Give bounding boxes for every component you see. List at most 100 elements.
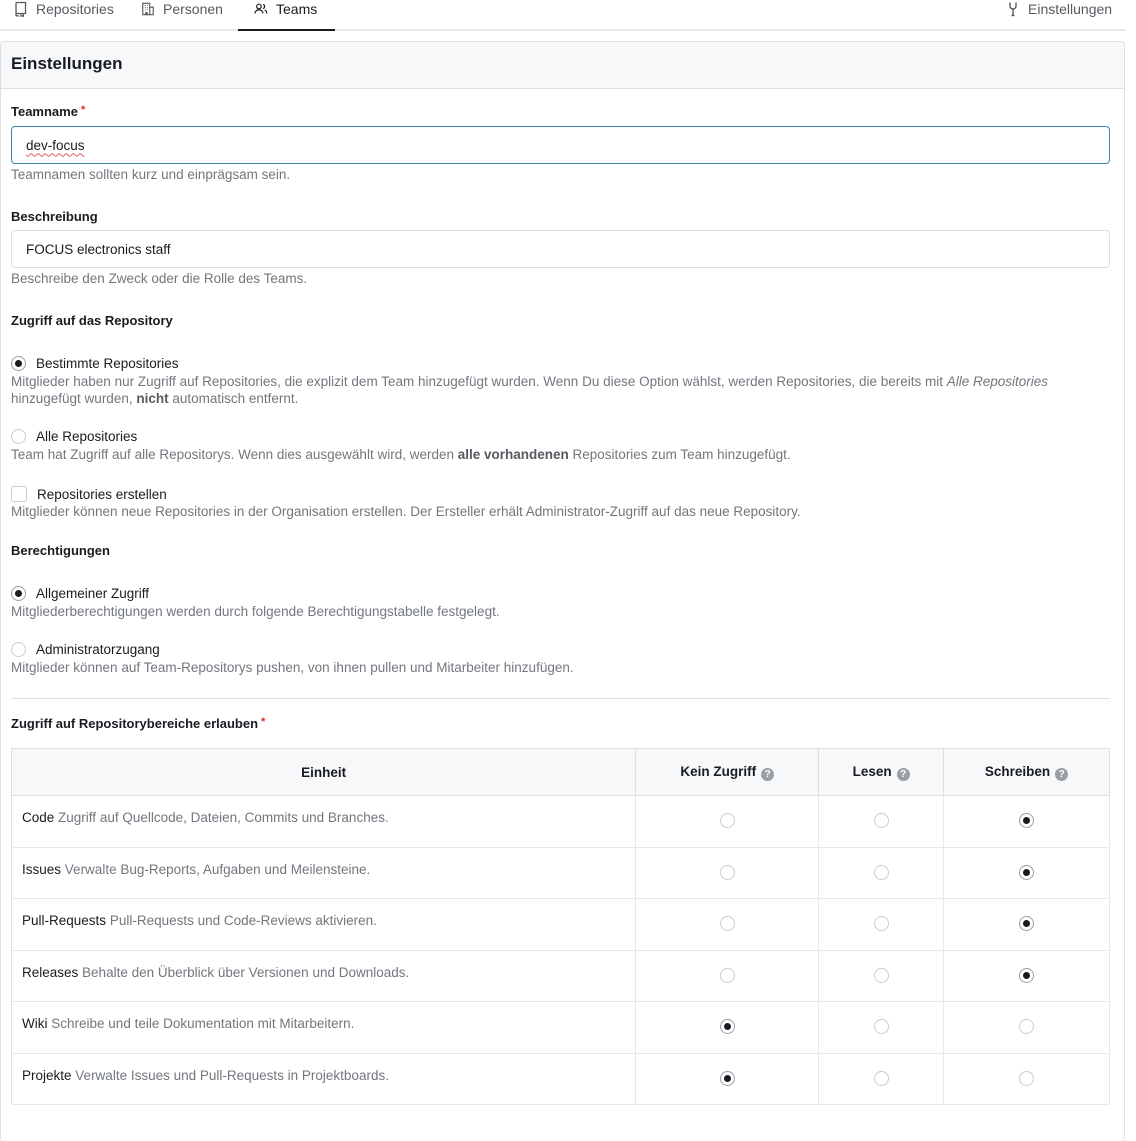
teamname-label-text: Teamname <box>11 104 78 119</box>
panel-title: Einstellungen <box>1 42 1124 89</box>
description-input[interactable]: FOCUS electronics staff <box>11 230 1110 268</box>
tab-label: Personen <box>163 1 223 17</box>
access-cell-write <box>943 1001 1110 1054</box>
access-cell-write <box>943 795 1110 848</box>
unit-name: Issues <box>22 861 62 877</box>
unit-description: Zugriff auf Quellcode, Dateien, Commits … <box>58 810 389 825</box>
radio-button[interactable] <box>11 429 26 444</box>
access-cell-none <box>635 847 820 899</box>
teamname-help: Teamnamen sollten kurz und einprägsam se… <box>11 167 291 182</box>
access-cell-read <box>818 1001 945 1054</box>
radio-none-access[interactable] <box>719 813 735 828</box>
radio-none-access[interactable] <box>719 916 735 931</box>
table-row: Issues Verwalte Bug-Reports, Aufgaben un… <box>11 847 1110 899</box>
tab-repositories[interactable]: Repositories <box>14 0 114 31</box>
people-icon <box>254 1 268 17</box>
unit-name: Wiki <box>22 1016 48 1031</box>
radio-button[interactable] <box>11 356 26 371</box>
checkbox-label: Repositories erstellen <box>37 486 167 502</box>
unit-description: Pull-Requests und Code-Reviews aktiviere… <box>109 913 377 928</box>
tab-einstellungen[interactable]: Einstellungen <box>1006 0 1112 31</box>
table-row: Code Zugriff auf Quellcode, Dateien, Com… <box>11 795 1110 848</box>
help-text: Mitglieder haben nur Zugriff auf Reposit… <box>11 374 947 389</box>
unit-cell: Wiki Schreibe und teile Dokumentation mi… <box>11 1001 637 1054</box>
unit-name: Pull-Requests <box>22 913 107 928</box>
radio-all-repos[interactable]: Alle Repositories <box>11 429 137 444</box>
unit-description: Schreibe und teile Dokumentation mit Mit… <box>51 1016 355 1031</box>
description-help: Beschreibe den Zweck oder die Rolle des … <box>11 271 308 286</box>
header-write: Schreiben? <box>943 748 1110 796</box>
teamname-input[interactable]: dev-focus <box>11 126 1110 164</box>
header-label: Kein Zugriff <box>680 763 757 779</box>
header-no-access: Kein Zugriff? <box>635 748 820 796</box>
radio-specific-repos[interactable]: Bestimmte Repositories <box>11 356 179 371</box>
help-icon[interactable]: ? <box>761 767 775 781</box>
radio-none-access[interactable] <box>719 1019 735 1034</box>
radio-button[interactable] <box>11 586 26 601</box>
unit-cell: Releases Behalte den Überblick über Vers… <box>11 950 637 1002</box>
create-repos-help: Mitglieder können neue Repositories in d… <box>11 504 801 519</box>
radio-admin-access[interactable]: Administratorzugang <box>11 642 160 657</box>
checkbox-create-repos[interactable]: Repositories erstellen <box>11 486 167 502</box>
radio-none-access[interactable] <box>719 1070 735 1086</box>
org-tab-bar: Repositories Personen Teams Einstellunge… <box>0 0 1126 31</box>
tab-personen[interactable]: Personen <box>141 0 223 31</box>
access-cell-write <box>943 950 1110 1002</box>
radio-read-access[interactable] <box>873 1019 889 1034</box>
radio-label: Bestimmte Repositories <box>36 356 179 371</box>
access-cell-none <box>635 795 820 848</box>
help-emphasis: Alle Repositories <box>946 374 1049 389</box>
radio-write-access[interactable] <box>1019 967 1035 983</box>
unit-name: Releases <box>22 964 79 980</box>
table-header-row: Einheit Kein Zugriff? Lesen? Schreiben? <box>11 748 1110 796</box>
unit-access-label-text: Zugriff auf Repositorybereiche erlauben <box>11 716 259 731</box>
unit-description: Behalte den Überblick über Versionen und… <box>82 964 410 980</box>
active-tab-indicator <box>238 29 335 31</box>
unit-cell: Projekte Verwalte Issues und Pull-Reques… <box>11 1053 637 1105</box>
radio-read-access[interactable] <box>873 813 889 828</box>
radio-write-access[interactable] <box>1019 1019 1035 1034</box>
radio-none-access[interactable] <box>719 967 735 983</box>
header-unit: Einheit <box>11 748 637 796</box>
access-cell-read <box>818 898 945 951</box>
radio-label: Administratorzugang <box>36 642 160 657</box>
radio-read-access[interactable] <box>873 967 889 983</box>
unit-name: Projekte <box>22 1067 72 1083</box>
header-label: Schreiben <box>984 763 1051 779</box>
teamname-value: dev-focus <box>26 137 85 153</box>
general-access-help: Mitgliederberechtigungen werden durch fo… <box>11 604 500 619</box>
tab-label: Repositories <box>36 1 114 17</box>
radio-write-access[interactable] <box>1019 916 1035 931</box>
unit-cell: Issues Verwalte Bug-Reports, Aufgaben un… <box>11 847 637 899</box>
repo-icon <box>14 1 28 17</box>
radio-general-access[interactable]: Allgemeiner Zugriff <box>11 586 149 601</box>
help-text: automatisch entfernt. <box>168 391 299 406</box>
radio-write-access[interactable] <box>1019 1070 1035 1086</box>
checkbox[interactable] <box>11 486 27 502</box>
table-body: Code Zugriff auf Quellcode, Dateien, Com… <box>11 795 1110 1105</box>
building-icon <box>141 1 155 17</box>
radio-read-access[interactable] <box>873 864 889 880</box>
unit-name: Code <box>22 810 55 825</box>
tool-icon <box>1006 1 1020 17</box>
help-icon[interactable]: ? <box>896 767 910 781</box>
required-mark: * <box>261 716 266 728</box>
access-cell-none <box>635 898 820 951</box>
header-label: Lesen <box>852 763 892 779</box>
access-cell-write <box>943 898 1110 951</box>
tab-label: Einstellungen <box>1028 1 1113 17</box>
radio-write-access[interactable] <box>1019 813 1035 828</box>
radio-read-access[interactable] <box>873 916 889 931</box>
unit-access-label: Zugriff auf Repositorybereiche erlauben * <box>11 716 265 731</box>
radio-button[interactable] <box>11 642 26 657</box>
table-row: Projekte Verwalte Issues und Pull-Reques… <box>11 1053 1110 1105</box>
tab-teams[interactable]: Teams <box>254 0 317 31</box>
radio-none-access[interactable] <box>719 864 735 880</box>
access-cell-none <box>635 950 820 1002</box>
section-divider <box>11 698 1110 699</box>
radio-read-access[interactable] <box>873 1070 889 1086</box>
radio-write-access[interactable] <box>1019 864 1035 880</box>
help-text: Repositories zum Team hinzugefügt. <box>568 447 791 462</box>
help-icon[interactable]: ? <box>1055 767 1069 781</box>
help-text: hinzugefügt wurden, <box>11 391 137 406</box>
